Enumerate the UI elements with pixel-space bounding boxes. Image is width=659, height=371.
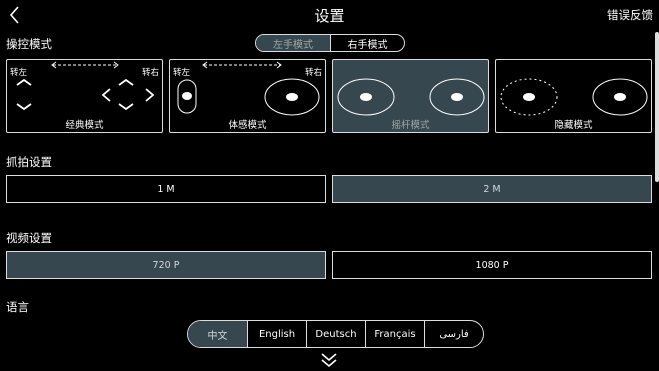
page-title: 设置 — [314, 7, 345, 25]
language-heading: 语言 — [6, 300, 29, 314]
language-option-english[interactable]: English — [247, 321, 306, 347]
mode-card-motion[interactable]: 转左 转右 体感模式 — [169, 59, 326, 133]
capture-1m-button[interactable]: 1 M — [6, 175, 326, 203]
language-option-chinese[interactable]: 中文 — [188, 321, 247, 347]
scrollbar[interactable] — [655, 32, 659, 182]
mode-label-classic: 经典模式 — [65, 120, 104, 131]
video-1080p-button[interactable]: 1080 P — [332, 251, 652, 279]
double-chevron-down-icon[interactable] — [319, 352, 339, 369]
mode-label-motion: 体感模式 — [228, 120, 267, 131]
mode-card-classic[interactable]: 转左 转右 经典模式 — [6, 59, 163, 133]
header-bar: 设置 错误反馈 — [0, 0, 659, 30]
language-option-persian[interactable]: فارسی — [424, 321, 483, 347]
mode-label-joystick: 摇杆模式 — [391, 120, 430, 131]
language-selector: 中文 English Deutsch Français فارسی — [187, 320, 484, 348]
control-mode-heading: 操控模式 — [6, 37, 52, 51]
mode-card-hidden[interactable]: 隐藏模式 — [495, 59, 652, 133]
hand-mode-toggle: 左手模式 右手模式 — [255, 34, 405, 52]
left-hand-mode-option[interactable]: 左手模式 — [256, 35, 330, 51]
video-heading: 视频设置 — [6, 231, 52, 245]
right-hand-mode-option[interactable]: 右手模式 — [330, 35, 404, 51]
feedback-button[interactable]: 错误反馈 — [607, 7, 653, 23]
language-option-german[interactable]: Deutsch — [306, 321, 365, 347]
capture-heading: 抓拍设置 — [6, 155, 52, 169]
video-720p-button[interactable]: 720 P — [6, 251, 326, 279]
mode-label-hidden: 隐藏模式 — [554, 120, 593, 131]
mode-card-joystick[interactable]: 摇杆模式 — [332, 59, 489, 133]
capture-2m-button[interactable]: 2 M — [332, 175, 652, 203]
language-option-french[interactable]: Français — [365, 321, 424, 347]
